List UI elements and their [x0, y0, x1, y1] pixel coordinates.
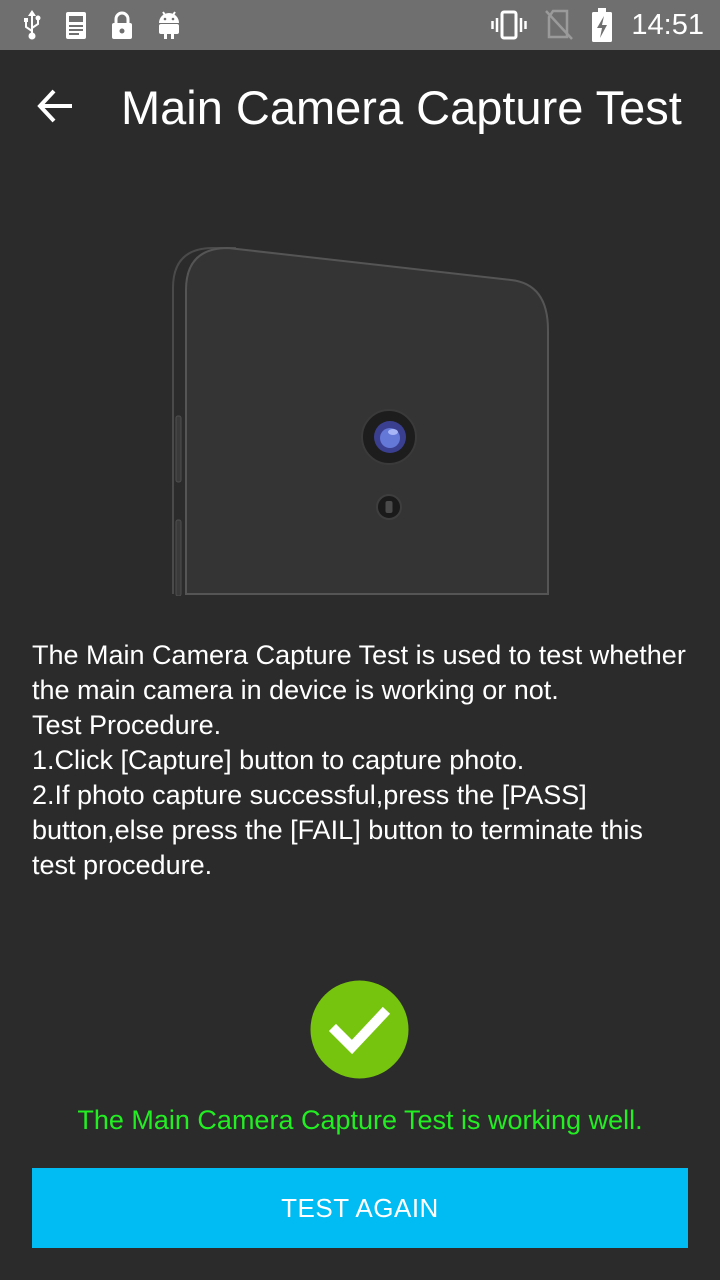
camera-lens-icon [361, 409, 417, 465]
test-again-button[interactable]: TEST AGAIN [32, 1168, 688, 1248]
page-title: Main Camera Capture Test [121, 81, 682, 134]
description-line: 1.Click [Capture] button to capture phot… [32, 745, 525, 775]
android-icon [156, 9, 182, 41]
debug-log-icon [64, 9, 88, 41]
description-line: 2.If photo capture successful,press the … [32, 780, 643, 880]
status-clock: 14:51 [631, 9, 704, 41]
status-left-icons [22, 8, 182, 42]
status-bar: 14:51 [0, 0, 720, 50]
description-line: Test Procedure. [32, 710, 222, 740]
usb-icon [22, 9, 42, 41]
no-sim-icon [545, 9, 574, 41]
lock-icon [110, 10, 134, 40]
battery-charging-icon [591, 8, 613, 42]
check-circle-icon [310, 980, 409, 1079]
test-description: The Main Camera Capture Test is used to … [32, 638, 692, 883]
description-line: The Main Camera Capture Test is used to … [32, 640, 686, 705]
app-bar: Main Camera Capture Test [0, 50, 720, 166]
vibrate-icon [491, 10, 528, 40]
phone-back-illustration [166, 240, 556, 597]
status-right-icons: 14:51 [491, 8, 704, 42]
arrow-back-icon [36, 86, 76, 130]
back-button[interactable] [28, 80, 84, 136]
result-message: The Main Camera Capture Test is working … [77, 1105, 643, 1135]
flash-icon [376, 494, 402, 520]
